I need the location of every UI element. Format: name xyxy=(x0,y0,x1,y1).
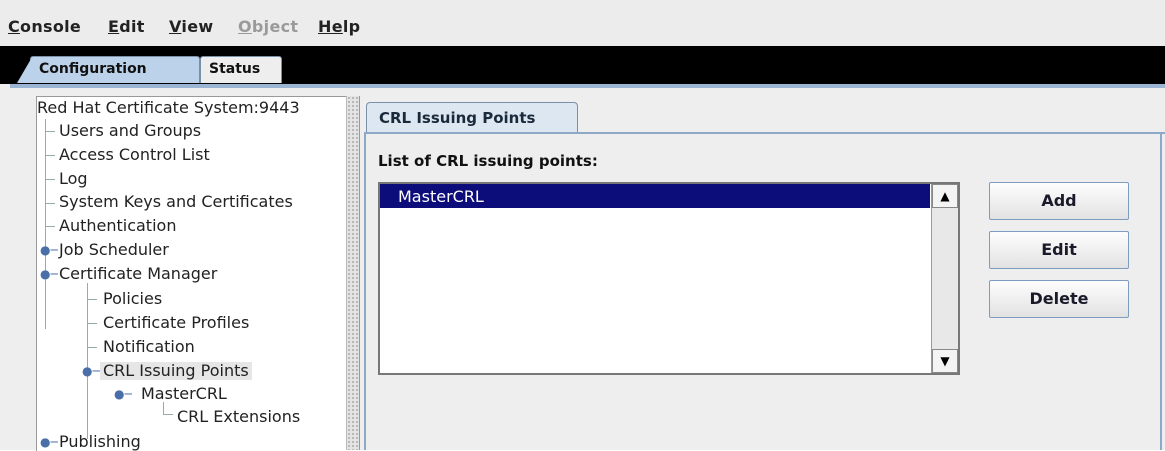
tree-guide-line xyxy=(45,279,46,289)
console-window: Console Edit View Object Help Configurat… xyxy=(0,0,1165,451)
list-item[interactable]: MasterCRL xyxy=(380,184,930,208)
tree-guide-line xyxy=(45,119,46,329)
tree-item-users-and-groups[interactable]: Users and Groups xyxy=(59,122,201,140)
expanded-knob-icon[interactable]: ●─ xyxy=(82,364,100,378)
menu-view-label: iew xyxy=(181,17,214,36)
navigation-tree[interactable]: Red Hat Certificate System:9443 Users an… xyxy=(36,96,347,451)
tree-item-notification[interactable]: Notification xyxy=(103,338,195,356)
menu-help[interactable]: Help xyxy=(318,17,360,36)
expanded-knob-icon[interactable]: ●─ xyxy=(114,387,132,401)
tab-content-border xyxy=(10,84,1165,88)
scroll-down-arrow-icon[interactable]: ▼ xyxy=(932,349,958,373)
tree-branch-line xyxy=(45,226,55,227)
expanded-knob-icon[interactable]: ●─ xyxy=(40,267,58,281)
tree-guide-line xyxy=(163,402,164,414)
tree-item-access-control-list[interactable]: Access Control List xyxy=(59,146,210,164)
tree-item-certificate-profiles[interactable]: Certificate Profiles xyxy=(103,314,249,332)
top-tab-strip: Configuration Status xyxy=(0,46,1165,84)
tree-branch-line xyxy=(87,323,97,324)
menu-object-mnemonic: O xyxy=(238,17,252,36)
tab-crl-issuing-points[interactable]: CRL Issuing Points xyxy=(366,102,578,132)
tree-item-policies[interactable]: Policies xyxy=(103,290,162,308)
tab-configuration[interactable]: Configuration xyxy=(30,56,200,83)
menu-console[interactable]: Console xyxy=(8,17,81,36)
crl-issuing-points-list[interactable]: MasterCRL ▲ ▼ xyxy=(378,182,960,375)
tree-branch-line xyxy=(87,299,97,300)
tree-branch-line xyxy=(45,203,55,204)
menu-console-label: onsole xyxy=(20,17,82,36)
menu-bar: Console Edit View Object Help xyxy=(0,0,1165,46)
tree-item-mastercrl[interactable]: MasterCRL xyxy=(141,385,227,403)
menu-view-mnemonic: V xyxy=(169,17,182,36)
menu-help-mnemonic: He xyxy=(318,17,343,36)
add-button[interactable]: Add xyxy=(989,182,1129,220)
crl-issuing-points-panel: CRL Issuing Points List of CRL issuing p… xyxy=(360,96,1165,450)
delete-button[interactable]: Delete xyxy=(989,280,1129,318)
scroll-up-arrow-icon[interactable]: ▲ xyxy=(932,184,958,208)
tree-guide-line xyxy=(87,283,88,439)
menu-edit-label: dit xyxy=(119,17,145,36)
tree-item-certificate-manager[interactable]: Certificate Manager xyxy=(59,265,217,283)
split-pane-divider[interactable] xyxy=(346,96,360,450)
menu-help-label: lp xyxy=(342,17,361,36)
tree-item-publishing[interactable]: Publishing xyxy=(59,433,141,451)
menu-edit[interactable]: Edit xyxy=(108,17,145,36)
tree-item-job-scheduler[interactable]: Job Scheduler xyxy=(59,241,169,259)
menu-object[interactable]: Object xyxy=(238,17,298,36)
menu-view[interactable]: View xyxy=(169,17,213,36)
tree-item-system-keys[interactable]: System Keys and Certificates xyxy=(59,193,293,211)
tree-branch-line xyxy=(163,414,173,415)
tree-branch-line xyxy=(45,155,55,156)
vertical-scrollbar[interactable]: ▲ ▼ xyxy=(931,184,958,373)
collapsed-knob-icon[interactable]: ●─ xyxy=(40,243,58,257)
tree-item-log[interactable]: Log xyxy=(59,170,88,188)
tree-item-authentication[interactable]: Authentication xyxy=(59,217,176,235)
collapsed-knob-icon[interactable]: ●─ xyxy=(40,435,58,449)
list-label: List of CRL issuing points: xyxy=(378,152,598,170)
tree-branch-line xyxy=(45,179,55,180)
tree-root[interactable]: Red Hat Certificate System:9443 xyxy=(37,99,300,117)
tree-item-crl-extensions[interactable]: CRL Extensions xyxy=(177,408,300,426)
tab-status[interactable]: Status xyxy=(200,56,282,83)
menu-console-mnemonic: C xyxy=(8,17,21,36)
menu-object-label: bject xyxy=(251,17,299,36)
menu-edit-mnemonic: E xyxy=(108,17,120,36)
tree-item-crl-issuing-points[interactable]: CRL Issuing Points xyxy=(100,362,252,380)
edit-button[interactable]: Edit xyxy=(989,231,1129,269)
tree-branch-line xyxy=(87,347,97,348)
tree-branch-line xyxy=(45,131,55,132)
